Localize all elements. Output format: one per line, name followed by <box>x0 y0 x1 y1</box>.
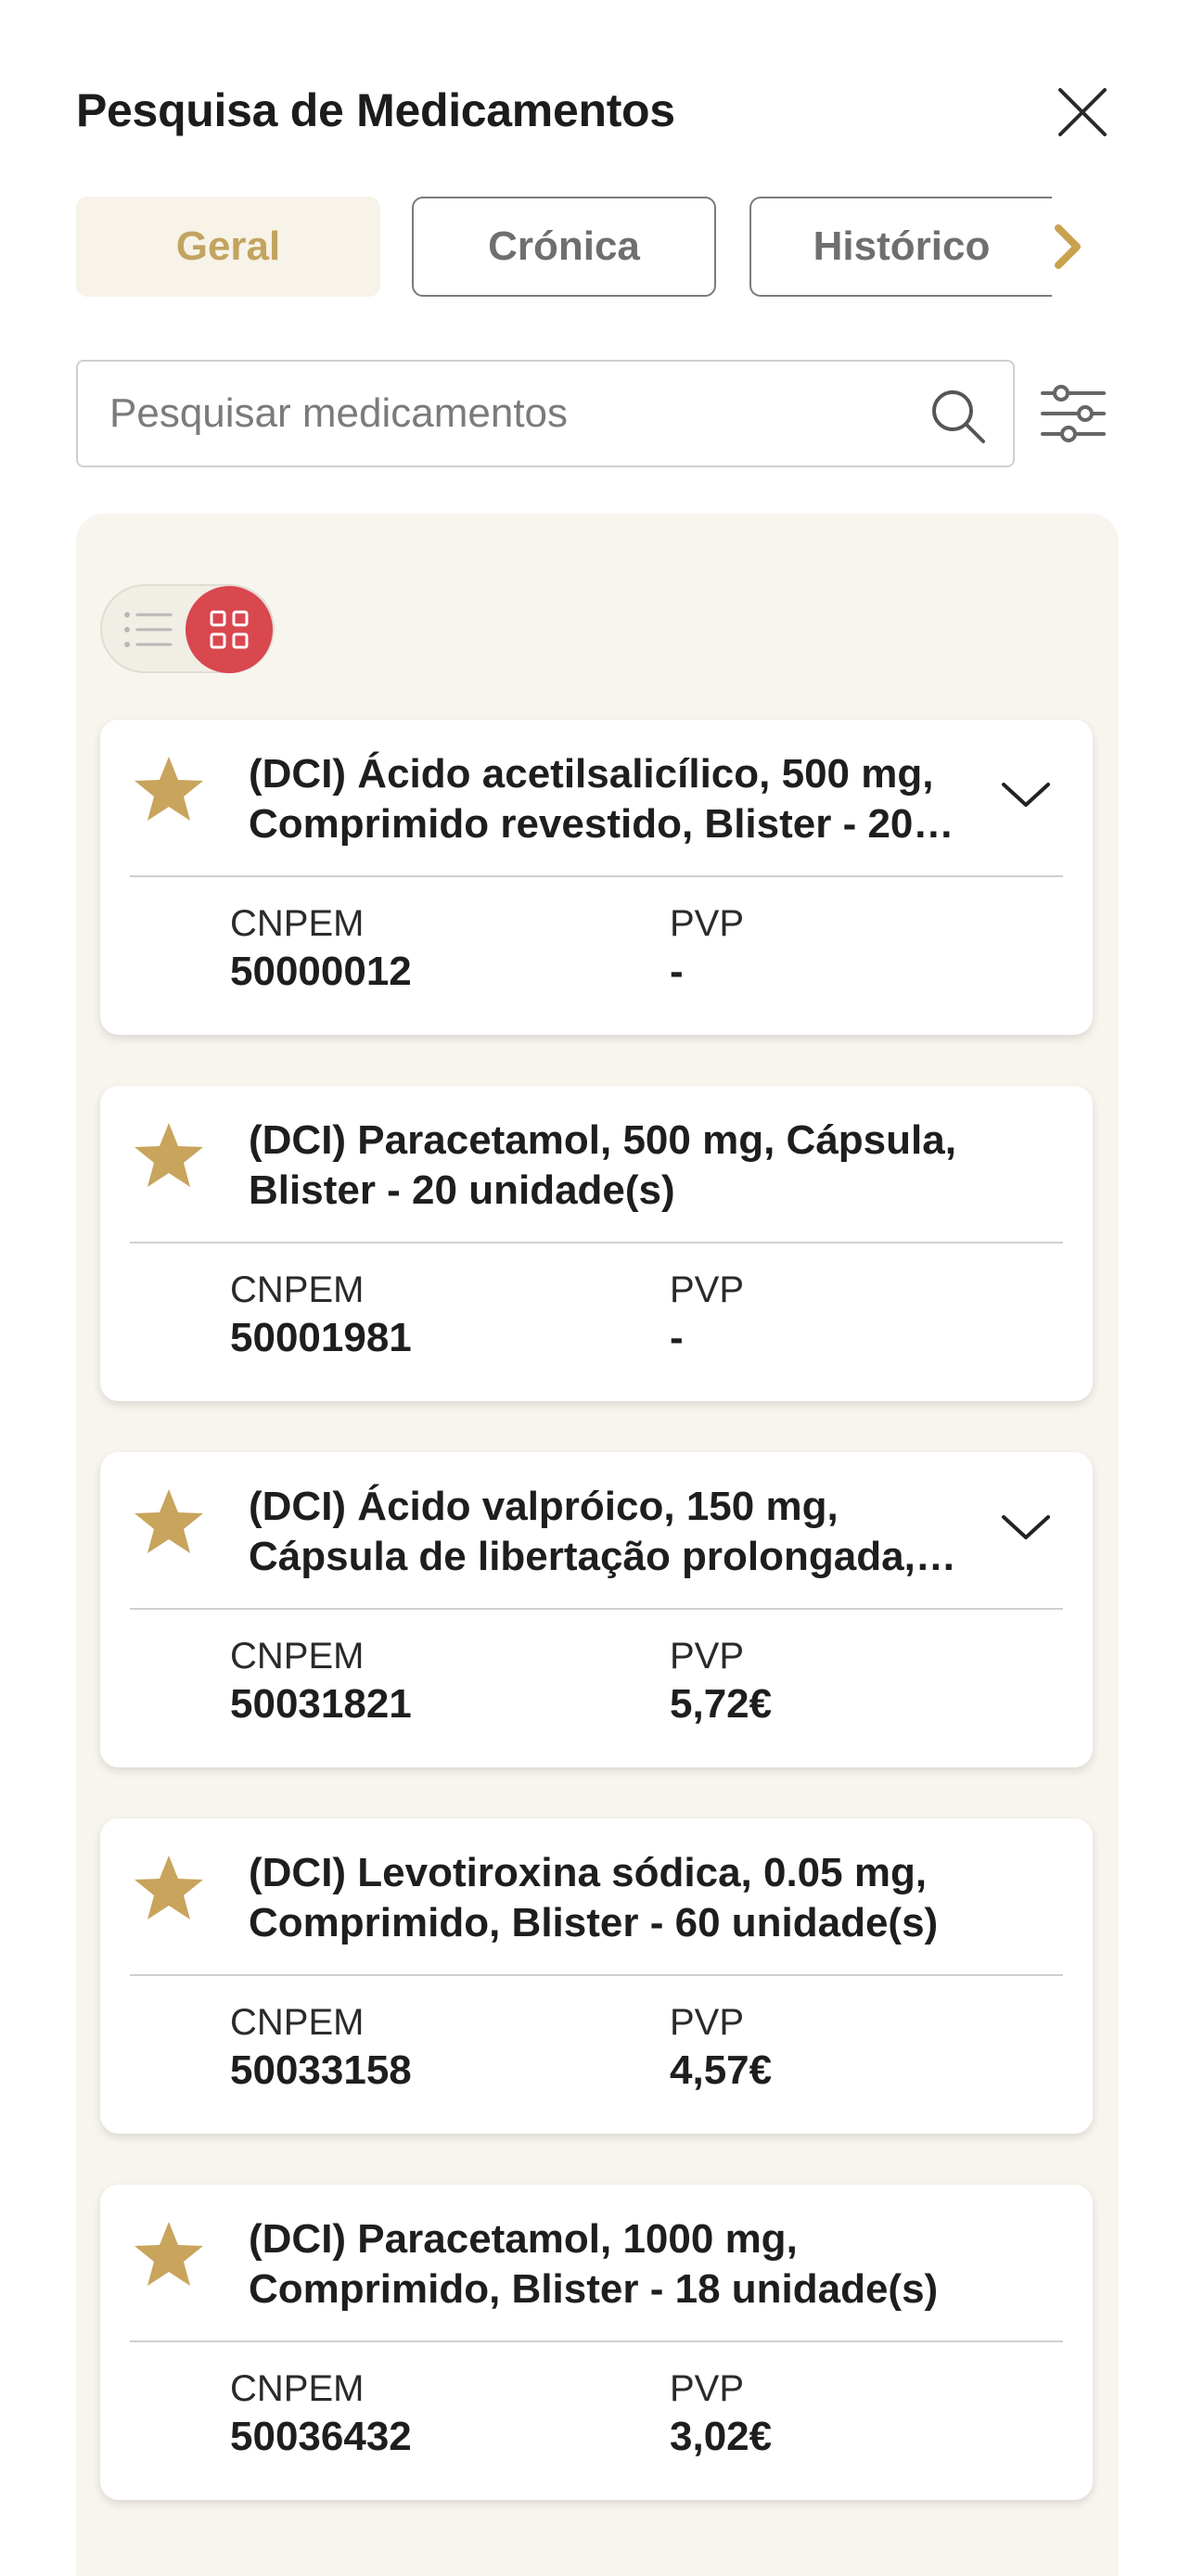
star-icon[interactable] <box>132 753 206 827</box>
tab-bar: Geral Crónica Histórico <box>76 197 1124 299</box>
medication-title: (DCI) Ácido valpróico, 150 mg, Cápsula d… <box>249 1484 916 1579</box>
medication-card[interactable]: (DCI) Ácido valpróico, 150 mg, Cápsula d… <box>100 1452 1093 1767</box>
cnpem-label: CNPEM <box>230 2002 365 2043</box>
pvp-value: 3,02€ <box>670 2414 773 2459</box>
list-view-button[interactable] <box>111 593 186 666</box>
star-icon[interactable] <box>132 1852 206 1926</box>
star-icon[interactable] <box>132 2218 206 2292</box>
pvp-label: PVP <box>670 903 745 944</box>
medication-card[interactable]: (DCI) Paracetamol, 500 mg, Cápsula, Blis… <box>100 1086 1093 1401</box>
medication-card[interactable]: (DCI) Paracetamol, 1000 mg, Comprimido, … <box>100 2185 1093 2500</box>
grid-view-button[interactable] <box>186 586 273 673</box>
pvp-label: PVP <box>670 1269 745 1310</box>
pvp-field: PVP - <box>670 1268 744 1364</box>
cnpem-field: CNPEM 50033158 <box>230 2000 412 2097</box>
card-divider <box>130 875 1063 877</box>
cnpem-value: 50000012 <box>230 949 412 994</box>
close-icon <box>1058 88 1107 136</box>
pvp-label: PVP <box>670 2368 745 2409</box>
cnpem-label: CNPEM <box>230 1636 365 1677</box>
medication-title: (DCI) Ácido acetilsalicílico, 500 mg, Co… <box>249 751 934 847</box>
grid-icon <box>210 610 249 649</box>
pvp-field: PVP 4,57€ <box>670 2000 772 2097</box>
cnpem-value: 50001981 <box>230 1315 412 1360</box>
results-panel: (DCI) Ácido acetilsalicílico, 500 mg, Co… <box>76 514 1119 2576</box>
medication-card[interactable]: (DCI) Ácido acetilsalicílico, 500 mg, Co… <box>100 720 1093 1035</box>
cnpem-field: CNPEM 50001981 <box>230 1268 412 1364</box>
view-toggle <box>100 584 275 673</box>
cnpem-value: 50031821 <box>230 1681 412 1727</box>
cnpem-label: CNPEM <box>230 1269 365 1310</box>
close-button[interactable] <box>1050 80 1115 145</box>
cnpem-field: CNPEM 50036432 <box>230 2366 412 2463</box>
chevron-down-icon[interactable] <box>996 1497 1056 1556</box>
medication-title: (DCI) Levotiroxina sódica, 0.05 mg, Comp… <box>249 1850 939 1945</box>
cnpem-value: 50033158 <box>230 2047 412 2093</box>
pvp-field: PVP - <box>670 901 744 998</box>
medication-title: (DCI) Paracetamol, 1000 mg, Comprimido, … <box>249 2216 939 2312</box>
tab-cronica[interactable]: Crónica <box>412 197 716 297</box>
pvp-field: PVP 5,72€ <box>670 1634 772 1730</box>
cnpem-value: 50036432 <box>230 2414 412 2459</box>
search-icon[interactable] <box>928 386 987 445</box>
search-input[interactable] <box>109 362 907 465</box>
pvp-value: - <box>670 1315 684 1360</box>
cnpem-label: CNPEM <box>230 903 365 944</box>
header: Pesquisa de Medicamentos <box>76 80 1115 145</box>
tab-historico[interactable]: Histórico <box>749 197 1052 297</box>
cnpem-field: CNPEM 50000012 <box>230 901 412 998</box>
chevron-down-icon[interactable] <box>996 764 1056 823</box>
pvp-value: 4,57€ <box>670 2047 773 2093</box>
card-divider <box>130 1242 1063 1243</box>
medication-title: (DCI) Paracetamol, 500 mg, Cápsula, Blis… <box>249 1117 956 1213</box>
pvp-label: PVP <box>670 2002 745 2043</box>
card-divider <box>130 1608 1063 1610</box>
cnpem-field: CNPEM 50031821 <box>230 1634 412 1730</box>
card-divider <box>130 2340 1063 2342</box>
card-divider <box>130 1974 1063 1976</box>
medication-card[interactable]: (DCI) Levotiroxina sódica, 0.05 mg, Comp… <box>100 1818 1093 2134</box>
filter-sliders-icon[interactable] <box>1041 380 1106 447</box>
star-icon[interactable] <box>132 1486 206 1560</box>
pvp-value: - <box>670 949 684 994</box>
search-box <box>76 360 1015 467</box>
list-icon <box>124 612 173 647</box>
page-title: Pesquisa de Medicamentos <box>76 84 675 136</box>
star-icon[interactable] <box>132 1119 206 1193</box>
pvp-field: PVP 3,02€ <box>670 2366 772 2463</box>
tab-geral[interactable]: Geral <box>76 197 380 297</box>
tabs-next-button[interactable] <box>1041 217 1096 276</box>
chevron-right-icon <box>1055 224 1081 269</box>
pvp-label: PVP <box>670 1636 745 1677</box>
cnpem-label: CNPEM <box>230 2368 365 2409</box>
pvp-value: 5,72€ <box>670 1681 773 1727</box>
